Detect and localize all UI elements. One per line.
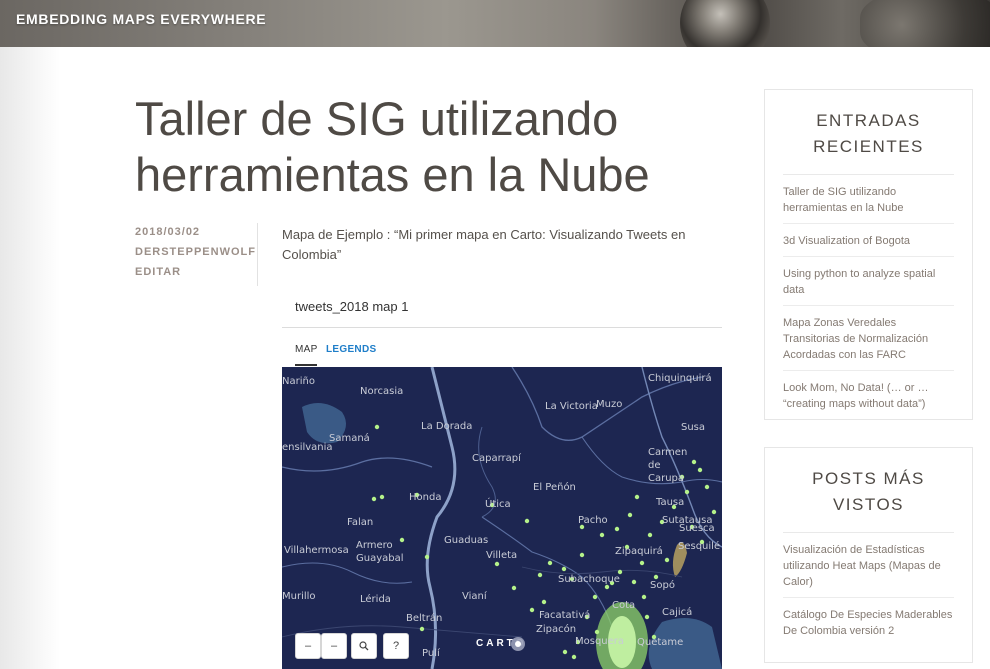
search-button[interactable] [351, 633, 377, 659]
map-label: Vianí [462, 591, 487, 602]
map-label: Carmen de Carupa [648, 447, 688, 484]
map-label: Subachoque [558, 574, 620, 585]
widget-title-line: POSTS MÁS [812, 469, 925, 488]
map-label: Pacho [578, 515, 608, 526]
map-cursor-icon [511, 637, 525, 651]
recent-posts-widget: ENTRADAS RECIENTES Taller de SIG utiliza… [764, 89, 973, 420]
map-label: Samaná [329, 433, 370, 444]
map-label: Cajicá [662, 607, 693, 618]
map-label: Muzo [596, 399, 623, 410]
river [282, 457, 433, 472]
post-author[interactable]: DERSTEPPENWOLF [135, 245, 259, 265]
site-title[interactable]: EMBEDDING MAPS EVERYWHERE [16, 11, 266, 27]
popular-posts-list: Visualización de Estadísticas utilizando… [783, 533, 954, 646]
site-header: EMBEDDING MAPS EVERYWHERE [0, 0, 990, 47]
map-embed: tweets_2018 map 1 MAP LEGENDS Chiquinqui… [282, 285, 722, 669]
post-title-line-2: herramientas en la Nube [135, 148, 650, 201]
post-title: Taller de SIG utilizando herramientas en… [135, 91, 735, 203]
tab-legends[interactable]: LEGENDS [326, 344, 376, 355]
recent-post-link[interactable]: 3d Visualization of Bogota [783, 224, 954, 257]
widget-title-recent: ENTRADAS RECIENTES [783, 90, 954, 175]
edit-link[interactable]: EDITAR [135, 265, 259, 285]
recent-post-link[interactable]: Look Mom, No Data! (… or … “creating map… [783, 371, 954, 419]
recent-post-link[interactable]: Taller de SIG utilizando herramientas en… [783, 175, 954, 224]
map-label: Murillo [282, 591, 316, 602]
map-label: Falan [347, 517, 374, 528]
map-label: Guaduas [444, 535, 489, 546]
map-label: Zipacón [536, 624, 577, 635]
widget-title-popular: POSTS MÁS VISTOS [783, 448, 954, 533]
river [282, 562, 413, 584]
recent-posts-list: Taller de SIG utilizando herramientas en… [783, 175, 954, 419]
widget-title-line: ENTRADAS [816, 111, 921, 130]
map-label: ensilvania [282, 442, 333, 453]
recent-post-link[interactable]: Using python to analyze spatial data [783, 257, 954, 306]
map-label: Armero Guayabal [356, 540, 404, 564]
map-label: Suesca [679, 523, 715, 534]
map-label: Caparrapí [472, 453, 521, 464]
map-label: Mosquera [575, 636, 625, 647]
map-label: Sopó [650, 580, 675, 591]
post-title-line-1: Taller de SIG utilizando [135, 92, 619, 145]
map-label: Facatativá [539, 610, 591, 621]
map-label: Pulí [422, 648, 440, 659]
map-label: Chiquinquirá [648, 373, 712, 384]
map-label: Villeta [486, 550, 518, 561]
post-meta: 2018/03/02 DERSTEPPENWOLF EDITAR [135, 225, 259, 285]
meta-divider [257, 223, 258, 286]
map-label: Tausa [656, 497, 685, 508]
map-title-divider [282, 327, 722, 328]
map-label: Honda [409, 492, 442, 503]
post-intro: Mapa de Ejemplo : “Mi primer mapa en Car… [282, 227, 686, 262]
map-label: Villahermosa [284, 545, 349, 556]
map-title: tweets_2018 map 1 [295, 299, 409, 314]
map-label: Norcasia [360, 386, 404, 397]
map-label: Útica [485, 499, 511, 510]
widget-title-line: RECIENTES [813, 137, 924, 156]
map-label: Cota [612, 600, 636, 611]
map-label: El Peñón [533, 482, 576, 493]
map-label: Susa [681, 422, 706, 433]
widget-title-line: VISTOS [832, 495, 905, 514]
map-label: Quetame [637, 637, 684, 648]
popular-post-link[interactable]: Visualización de Estadísticas utilizando… [783, 533, 954, 598]
map-label: Zipaquirá [615, 546, 663, 557]
popular-post-link[interactable]: Catálogo De Especies Maderables De Colom… [783, 598, 954, 646]
help-button[interactable]: ? [383, 633, 409, 659]
zoom-out-button[interactable]: – [295, 633, 321, 659]
zoom-out-button-2[interactable]: – [321, 633, 347, 659]
map-label: Lérida [360, 594, 391, 605]
tab-map-active-indicator [295, 364, 317, 366]
page-edge-shadow [0, 47, 60, 669]
map-label: Beltrán [406, 613, 443, 624]
recent-post-link[interactable]: Mapa Zonas Veredales Transitorias de Nor… [783, 306, 954, 371]
camera-lens-decoration [680, 0, 770, 47]
search-icon [359, 641, 369, 651]
map-label: La Victoria [545, 401, 598, 412]
map-canvas[interactable]: Chiquinquirá Nariño Norcasia La Victoria… [282, 367, 722, 669]
map-label: Sesquilé [678, 541, 721, 552]
camera-body-decoration [860, 0, 990, 47]
map-label: La Dorada [421, 421, 473, 432]
map-label: Nariño [282, 376, 315, 387]
post-date[interactable]: 2018/03/02 [135, 225, 259, 245]
tab-map[interactable]: MAP [295, 344, 318, 355]
popular-posts-widget: POSTS MÁS VISTOS Visualización de Estadí… [764, 447, 973, 663]
